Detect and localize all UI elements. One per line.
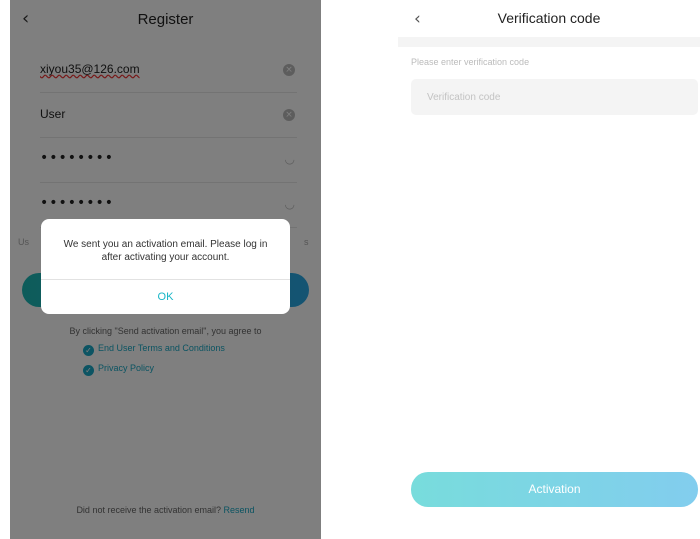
verification-screen: ‹ Verification code Please enter verific… <box>398 0 700 539</box>
field-label: Please enter verification code <box>411 57 530 67</box>
activation-email-dialog: We sent you an activation email. Please … <box>41 219 290 314</box>
section-divider <box>398 37 700 47</box>
register-screen: ‹ Register xiyou35@126.com × User × ••••… <box>10 0 321 539</box>
activation-button[interactable]: Activation <box>411 472 698 507</box>
screenshot-stage: ‹ Register xiyou35@126.com × User × ••••… <box>0 0 700 539</box>
page-title: Verification code <box>497 10 601 26</box>
verification-code-input[interactable] <box>411 79 698 115</box>
ok-button[interactable]: OK <box>41 280 290 314</box>
dialog-message: We sent you an activation email. Please … <box>63 239 268 263</box>
